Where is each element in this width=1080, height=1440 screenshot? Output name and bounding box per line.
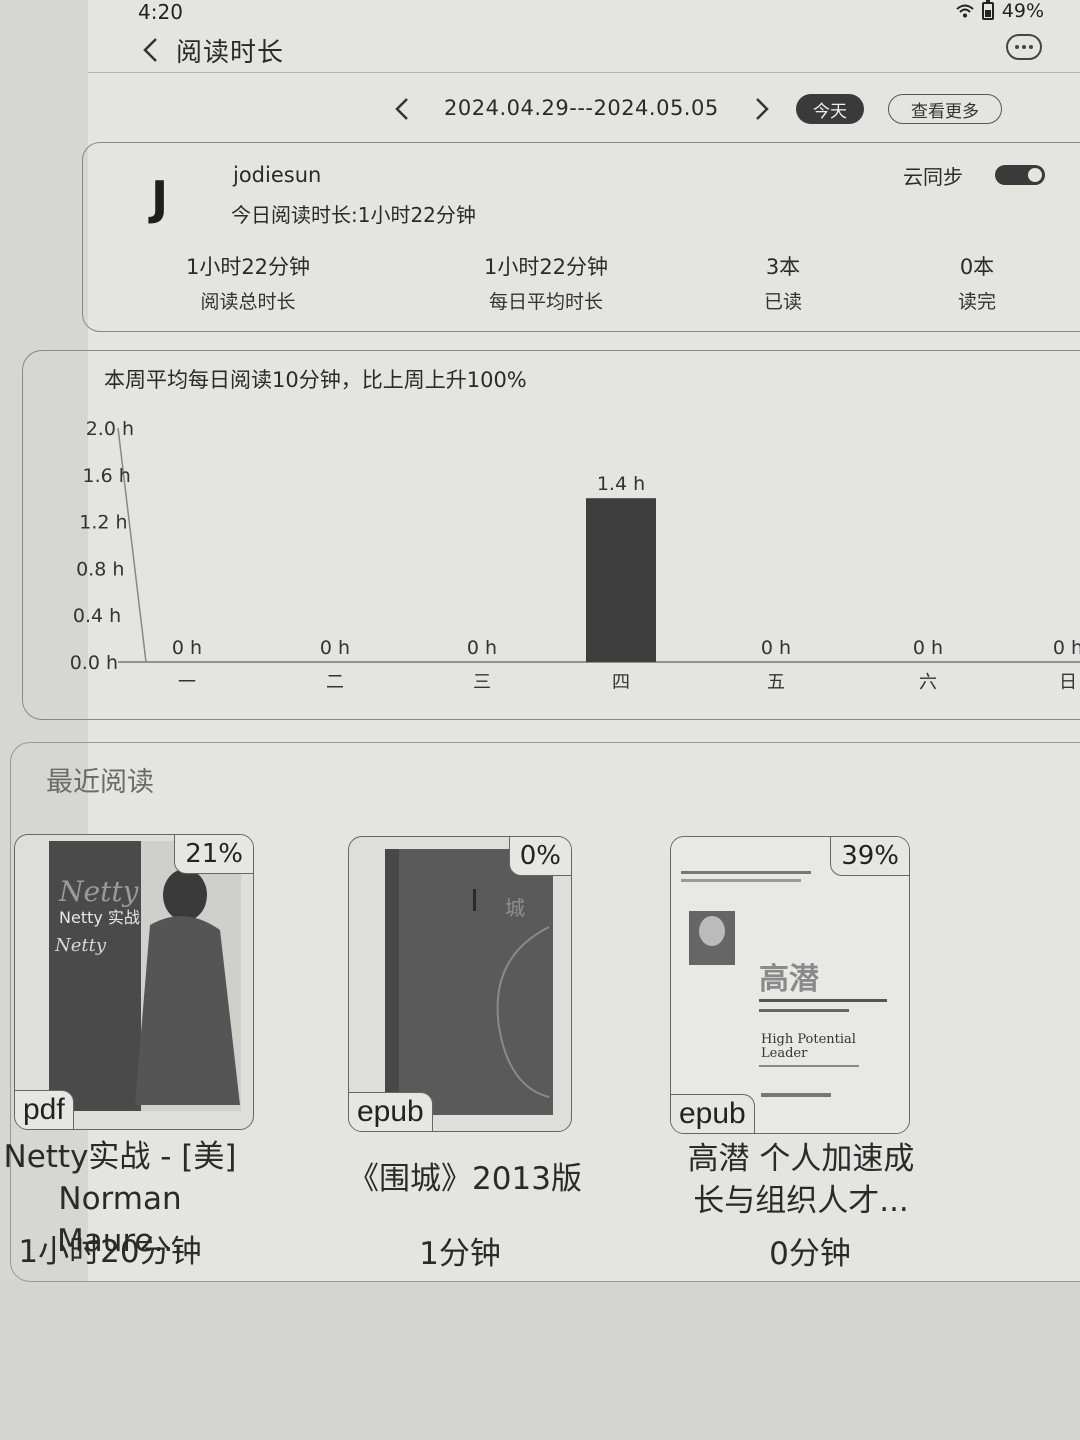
- bottom-background: [0, 1282, 1080, 1440]
- x-tick-label: 四: [612, 672, 630, 693]
- y-tick-label: 0.0 h: [70, 652, 118, 674]
- book-cover-image: 城: [385, 849, 553, 1115]
- book-cover-gaoqian[interactable]: 高潜 High Potential Leader 39% epub: [670, 836, 910, 1134]
- svg-text:Netty: Netty: [54, 935, 107, 956]
- book-reading-time: 0分钟: [769, 1236, 851, 1272]
- book-progress: 21%: [174, 835, 253, 874]
- weekly-reading-chart: 0.0 h 0.4 h 0.8 h 1.2 h 1.6 h 2.0 h 0 h 一 0 h 二 0 …: [70, 418, 1080, 693]
- book-title-line: 高潜 个人加速成: [687, 1141, 915, 1177]
- x-tick-label: 六: [919, 672, 937, 693]
- book-reading-time: 1小时20分钟: [18, 1234, 202, 1270]
- book-title[interactable]: 高潜 个人加速成 长与组织人才...: [676, 1138, 926, 1222]
- book-cover-image: Netty Netty 实战 Netty: [49, 841, 241, 1111]
- x-tick-label: 日: [1059, 672, 1077, 693]
- y-tick-label: 0.8 h: [76, 558, 124, 580]
- book-title-line: Netty实战 - [美]: [3, 1139, 237, 1175]
- book-title-line: 《围城》2013版: [348, 1161, 582, 1197]
- y-tick-label: 1.2 h: [79, 512, 127, 534]
- cover-title-text: 城: [505, 896, 525, 920]
- bar-value-label: 1.4 h: [597, 473, 645, 495]
- bar: [586, 498, 656, 662]
- bar-value-label: 0 h: [1053, 637, 1080, 659]
- bar-value-label: 0 h: [913, 637, 943, 659]
- y-tick-label: 0.4 h: [73, 605, 121, 627]
- recent-reading-title: 最近阅读: [46, 767, 154, 798]
- book-title-line: 长与组织人才...: [693, 1183, 909, 1219]
- svg-text:Netty: Netty: [58, 875, 140, 908]
- book-cover-weicheng[interactable]: 城 0% epub: [348, 836, 572, 1132]
- book-progress: 0%: [508, 837, 571, 876]
- x-tick-label: 三: [473, 672, 491, 693]
- book-title[interactable]: 《围城》2013版: [340, 1158, 590, 1200]
- book-format-badge: epub: [349, 1092, 433, 1131]
- y-tick-label: 2.0 h: [86, 418, 134, 440]
- x-tick-label: 二: [326, 672, 344, 693]
- svg-text:High Potential: High Potential: [761, 1032, 856, 1047]
- y-tick-label: 1.6 h: [82, 465, 130, 487]
- svg-text:Leader: Leader: [761, 1046, 808, 1061]
- bar-value-label: 0 h: [172, 637, 202, 659]
- cover-title-text: 高潜: [759, 962, 819, 997]
- bar-value-label: 0 h: [467, 637, 497, 659]
- bar-value-label: 0 h: [320, 637, 350, 659]
- book-format-badge: pdf: [15, 1090, 74, 1129]
- x-tick-label: 五: [767, 672, 785, 693]
- x-tick-label: 一: [178, 672, 196, 693]
- book-reading-time: 1分钟: [419, 1236, 501, 1272]
- bar-value-label: 0 h: [761, 637, 791, 659]
- book-format-badge: epub: [671, 1094, 755, 1133]
- cover-title-text: Netty 实战: [59, 908, 140, 927]
- book-cover-netty[interactable]: Netty Netty 实战 Netty 21% pdf: [14, 834, 254, 1130]
- y-axis: [117, 427, 147, 663]
- book-cover-image: 高潜 High Potential Leader: [671, 837, 909, 1133]
- book-progress: 39%: [830, 837, 909, 876]
